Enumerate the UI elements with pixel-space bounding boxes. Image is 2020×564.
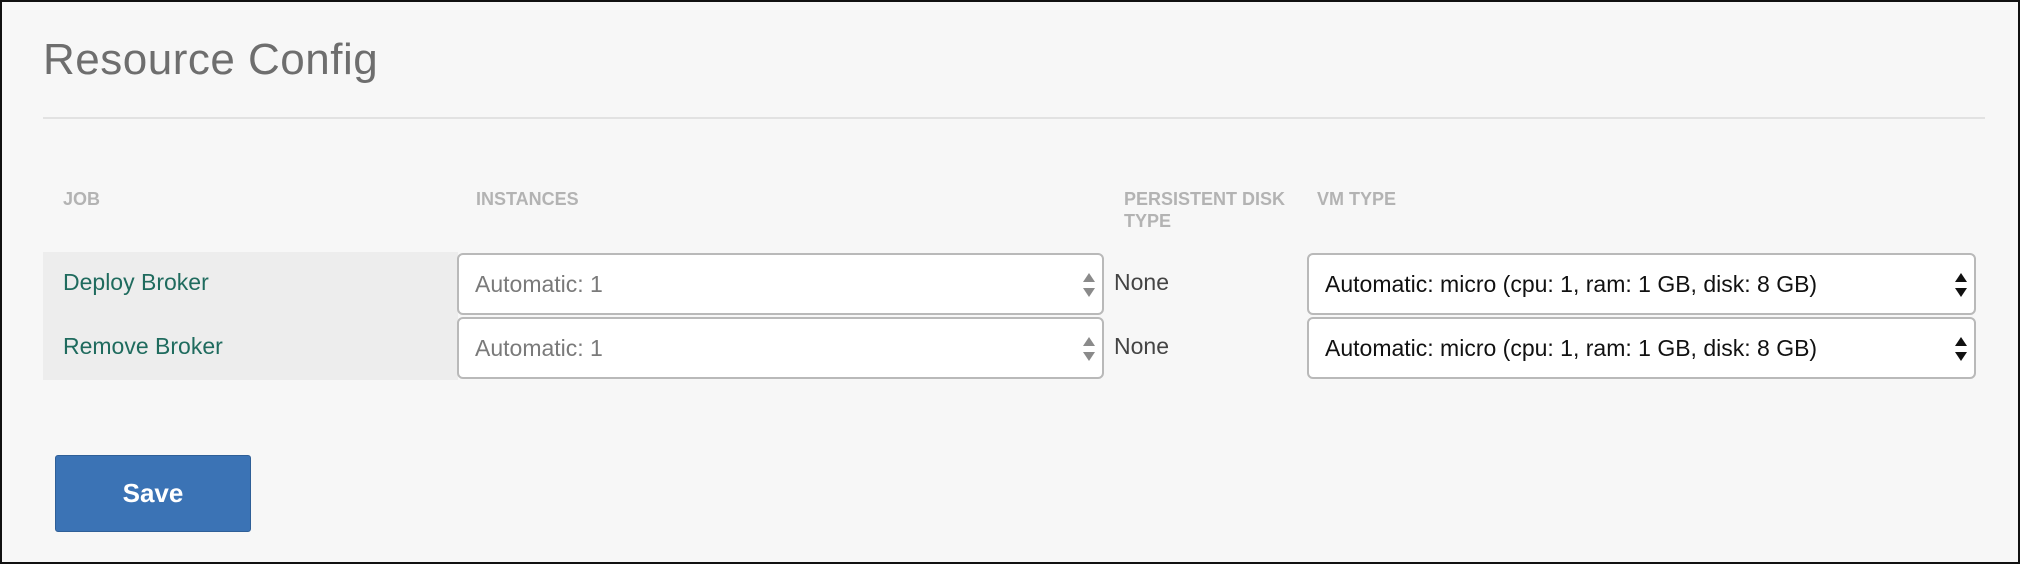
instances-select-value: Automatic: 1 <box>475 271 603 297</box>
vm-type-select-value: Automatic: micro (cpu: 1, ram: 1 GB, dis… <box>1325 335 1818 361</box>
vm-type-select-value: Automatic: micro (cpu: 1, ram: 1 GB, dis… <box>1325 271 1818 297</box>
title-divider <box>43 117 1985 119</box>
instances-select[interactable]: Automatic: 1 <box>457 317 1104 379</box>
job-link-deploy-broker[interactable]: Deploy Broker <box>63 267 209 297</box>
instances-select[interactable]: Automatic: 1 <box>457 253 1104 315</box>
save-button[interactable]: Save <box>55 455 251 532</box>
vm-type-select[interactable]: Automatic: micro (cpu: 1, ram: 1 GB, dis… <box>1307 317 1976 379</box>
persistent-disk-type-value: None <box>1114 269 1169 295</box>
updown-arrows-icon <box>1082 272 1096 298</box>
job-link-remove-broker[interactable]: Remove Broker <box>63 331 223 361</box>
instances-select-value: Automatic: 1 <box>475 335 603 361</box>
column-header-vm-type: VM TYPE <box>1317 189 1397 209</box>
updown-arrows-icon <box>1954 336 1968 362</box>
resource-config-panel: Resource Config JOB INSTANCES PERSISTENT… <box>0 0 2020 564</box>
persistent-disk-type-value: None <box>1114 333 1169 359</box>
updown-arrows-icon <box>1954 272 1968 298</box>
column-header-persistent-disk-type: PERSISTENT DISK TYPE <box>1124 189 1286 231</box>
updown-arrows-icon <box>1082 336 1096 362</box>
vm-type-select[interactable]: Automatic: micro (cpu: 1, ram: 1 GB, dis… <box>1307 253 1976 315</box>
column-header-job: JOB <box>63 189 101 209</box>
column-header-instances: INSTANCES <box>476 189 579 209</box>
page-title: Resource Config <box>43 35 379 84</box>
